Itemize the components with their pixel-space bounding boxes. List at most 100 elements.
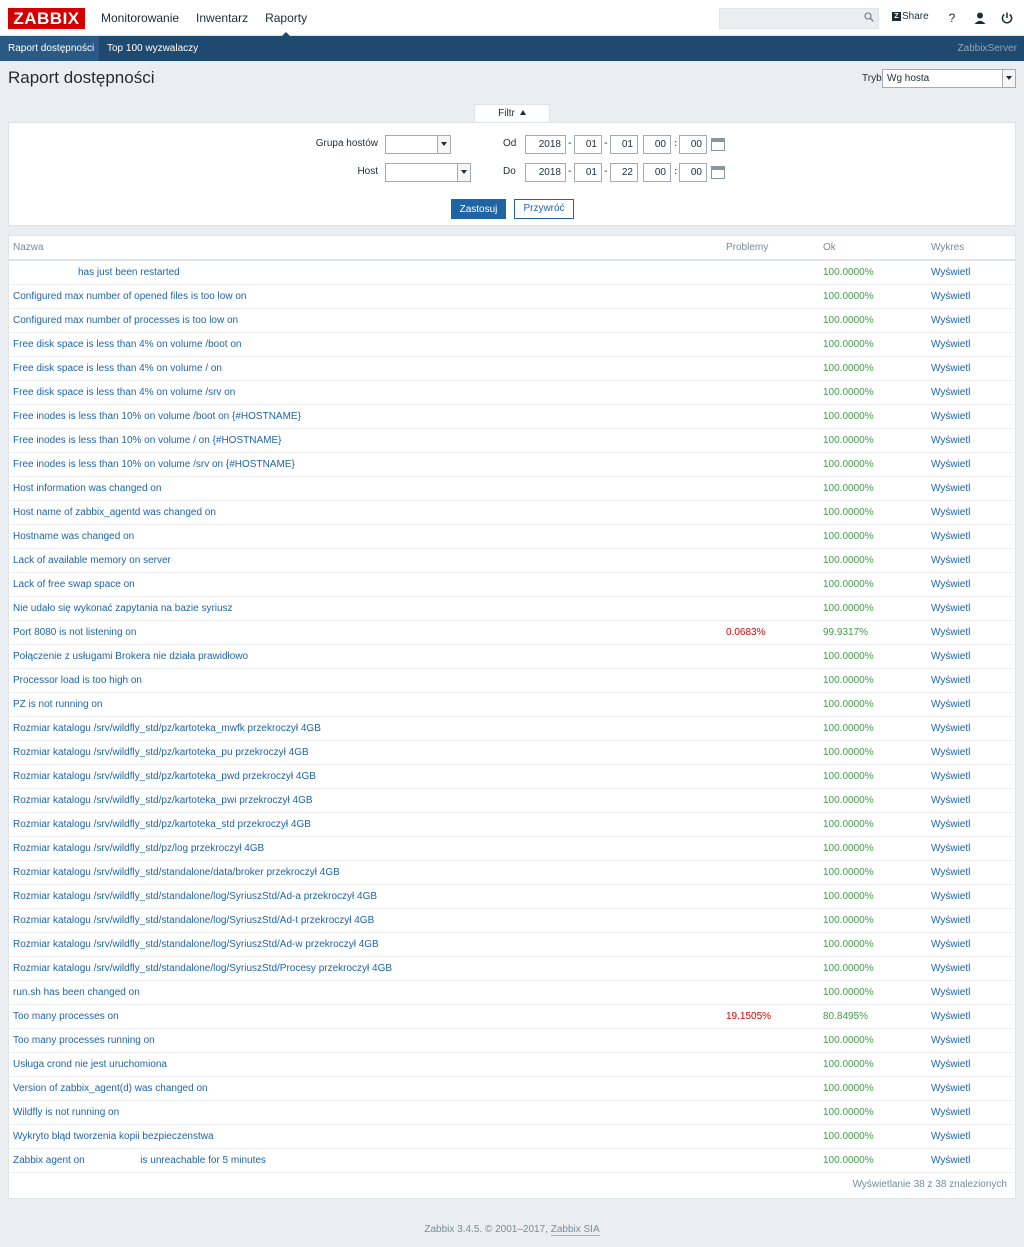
search-icon[interactable]	[864, 12, 874, 22]
calendar-icon[interactable]	[711, 166, 725, 179]
help-icon[interactable]: ?	[945, 11, 959, 25]
mode-select[interactable]: Wg hosta	[882, 69, 1016, 88]
trigger-name-link[interactable]: Rozmiar katalogu /srv/wildfly_std/pz/kar…	[13, 723, 321, 734]
trigger-name-link[interactable]: Free inodes is less than 10% on volume /…	[13, 459, 295, 470]
trigger-name-link[interactable]: Rozmiar katalogu /srv/wildfly_std/standa…	[13, 891, 377, 902]
show-graph-link[interactable]: Wyświetl	[931, 843, 970, 854]
trigger-name-link[interactable]: Hostname was changed on	[13, 531, 134, 542]
show-graph-link[interactable]: Wyświetl	[931, 1083, 970, 1094]
trigger-name-link[interactable]: Too many processes on	[13, 1011, 119, 1022]
trigger-name-link[interactable]: Free inodes is less than 10% on volume /…	[13, 411, 301, 422]
show-graph-link[interactable]: Wyświetl	[931, 1035, 970, 1046]
to-hour-input[interactable]: 00	[643, 163, 671, 182]
apply-button[interactable]: Zastosuj	[451, 199, 506, 219]
calendar-icon[interactable]	[711, 138, 725, 151]
trigger-name-link[interactable]: run.sh has been changed on	[13, 987, 140, 998]
trigger-name-link[interactable]: Lack of available memory on server	[13, 555, 171, 566]
show-graph-link[interactable]: Wyświetl	[931, 1011, 970, 1022]
show-graph-link[interactable]: Wyświetl	[931, 1059, 970, 1070]
show-graph-link[interactable]: Wyświetl	[931, 819, 970, 830]
trigger-name-link[interactable]: Połączenie z usługami Brokera nie działa…	[13, 651, 248, 662]
show-graph-link[interactable]: Wyświetl	[931, 459, 970, 470]
show-graph-link[interactable]: Wyświetl	[931, 1155, 970, 1166]
show-graph-link[interactable]: Wyświetl	[931, 987, 970, 998]
show-graph-link[interactable]: Wyświetl	[931, 915, 970, 926]
from-month-input[interactable]: 01	[574, 135, 602, 154]
show-graph-link[interactable]: Wyświetl	[931, 939, 970, 950]
share-button[interactable]: Z Share	[892, 11, 929, 22]
show-graph-link[interactable]: Wyświetl	[931, 555, 970, 566]
to-month-input[interactable]: 01	[574, 163, 602, 182]
from-day-input[interactable]: 01	[610, 135, 638, 154]
trigger-name-link[interactable]: Processor load is too high on	[13, 675, 142, 686]
show-graph-link[interactable]: Wyświetl	[931, 411, 970, 422]
trigger-name-link[interactable]: Rozmiar katalogu /srv/wildfly_std/pz/kar…	[13, 747, 309, 758]
trigger-name-link[interactable]: Free inodes is less than 10% on volume /…	[13, 435, 281, 446]
trigger-name-link[interactable]: Nie udało się wykonać zapytania na bazie…	[13, 603, 233, 614]
trigger-name-link[interactable]: Too many processes running on	[13, 1035, 155, 1046]
show-graph-link[interactable]: Wyświetl	[931, 267, 970, 278]
trigger-name-link[interactable]: Rozmiar katalogu /srv/wildfly_std/pz/log…	[13, 843, 264, 854]
show-graph-link[interactable]: Wyświetl	[931, 747, 970, 758]
show-graph-link[interactable]: Wyświetl	[931, 723, 970, 734]
from-year-input[interactable]: 2018	[525, 135, 566, 154]
submenu-top-100-triggers[interactable]: Top 100 wyzwalaczy	[107, 36, 198, 61]
from-minute-input[interactable]: 00	[679, 135, 707, 154]
trigger-name-link[interactable]: Rozmiar katalogu /srv/wildfly_std/pz/kar…	[13, 771, 316, 782]
trigger-name-link[interactable]: Port 8080 is not listening on	[13, 627, 136, 638]
show-graph-link[interactable]: Wyświetl	[931, 651, 970, 662]
show-graph-link[interactable]: Wyświetl	[931, 771, 970, 782]
trigger-name-link[interactable]: Usługa crond nie jest uruchomiona	[13, 1059, 167, 1070]
show-graph-link[interactable]: Wyświetl	[931, 603, 970, 614]
trigger-name-link[interactable]: Rozmiar katalogu /srv/wildfly_std/standa…	[13, 963, 392, 974]
power-icon[interactable]	[1000, 11, 1014, 25]
show-graph-link[interactable]: Wyświetl	[931, 435, 970, 446]
to-day-input[interactable]: 22	[610, 163, 638, 182]
trigger-name-link[interactable]: Zabbix agent on is unreachable for 5 min…	[13, 1155, 266, 1166]
search-input[interactable]	[719, 8, 879, 29]
menu-inventory[interactable]: Inwentarz	[196, 0, 248, 36]
to-minute-input[interactable]: 00	[679, 163, 707, 182]
trigger-name-link[interactable]: Host information was changed on	[13, 483, 161, 494]
show-graph-link[interactable]: Wyświetl	[931, 1131, 970, 1142]
user-icon[interactable]	[973, 11, 987, 25]
trigger-name-link[interactable]: Wildfly is not running on	[13, 1107, 119, 1118]
trigger-name-link[interactable]: Free disk space is less than 4% on volum…	[13, 339, 241, 350]
host-select[interactable]	[385, 163, 471, 182]
trigger-name-link[interactable]: Rozmiar katalogu /srv/wildfly_std/standa…	[13, 939, 379, 950]
trigger-name-link[interactable]: Host name of zabbix_agentd was changed o…	[13, 507, 216, 518]
trigger-name-link[interactable]: Version of zabbix_agent(d) was changed o…	[13, 1083, 208, 1094]
footer-link[interactable]: Zabbix SIA	[550, 1224, 600, 1236]
submenu-availability-report[interactable]: Raport dostępności	[0, 36, 99, 61]
show-graph-link[interactable]: Wyświetl	[931, 891, 970, 902]
trigger-name-link[interactable]: Configured max number of processes is to…	[13, 315, 238, 326]
show-graph-link[interactable]: Wyświetl	[931, 699, 970, 710]
show-graph-link[interactable]: Wyświetl	[931, 1107, 970, 1118]
host-group-select[interactable]	[385, 135, 451, 154]
menu-reports[interactable]: Raporty	[265, 0, 307, 37]
show-graph-link[interactable]: Wyświetl	[931, 339, 970, 350]
show-graph-link[interactable]: Wyświetl	[931, 627, 970, 638]
show-graph-link[interactable]: Wyświetl	[931, 963, 970, 974]
from-hour-input[interactable]: 00	[643, 135, 671, 154]
show-graph-link[interactable]: Wyświetl	[931, 867, 970, 878]
trigger-name-link[interactable]: Wykryto błąd tworzenia kopii bezpieczens…	[13, 1131, 214, 1142]
trigger-name-link[interactable]: Rozmiar katalogu /srv/wildfly_std/pz/kar…	[13, 795, 313, 806]
to-year-input[interactable]: 2018	[525, 163, 566, 182]
trigger-name-link[interactable]: Configured max number of opened files is…	[13, 291, 246, 302]
column-header-name[interactable]: Nazwa	[13, 242, 44, 253]
reset-button[interactable]: Przywróć	[514, 199, 574, 219]
show-graph-link[interactable]: Wyświetl	[931, 363, 970, 374]
trigger-name-link[interactable]: Free disk space is less than 4% on volum…	[13, 387, 235, 398]
show-graph-link[interactable]: Wyświetl	[931, 507, 970, 518]
trigger-name-link[interactable]: has just been restarted	[78, 267, 180, 278]
trigger-name-link[interactable]: Lack of free swap space on	[13, 579, 135, 590]
zabbix-logo[interactable]: ZABBIX	[8, 8, 85, 29]
show-graph-link[interactable]: Wyświetl	[931, 531, 970, 542]
show-graph-link[interactable]: Wyświetl	[931, 315, 970, 326]
show-graph-link[interactable]: Wyświetl	[931, 675, 970, 686]
trigger-name-link[interactable]: Free disk space is less than 4% on volum…	[13, 363, 222, 374]
trigger-name-link[interactable]: PZ is not running on	[13, 699, 103, 710]
trigger-name-link[interactable]: Rozmiar katalogu /srv/wildfly_std/standa…	[13, 915, 374, 926]
show-graph-link[interactable]: Wyświetl	[931, 291, 970, 302]
